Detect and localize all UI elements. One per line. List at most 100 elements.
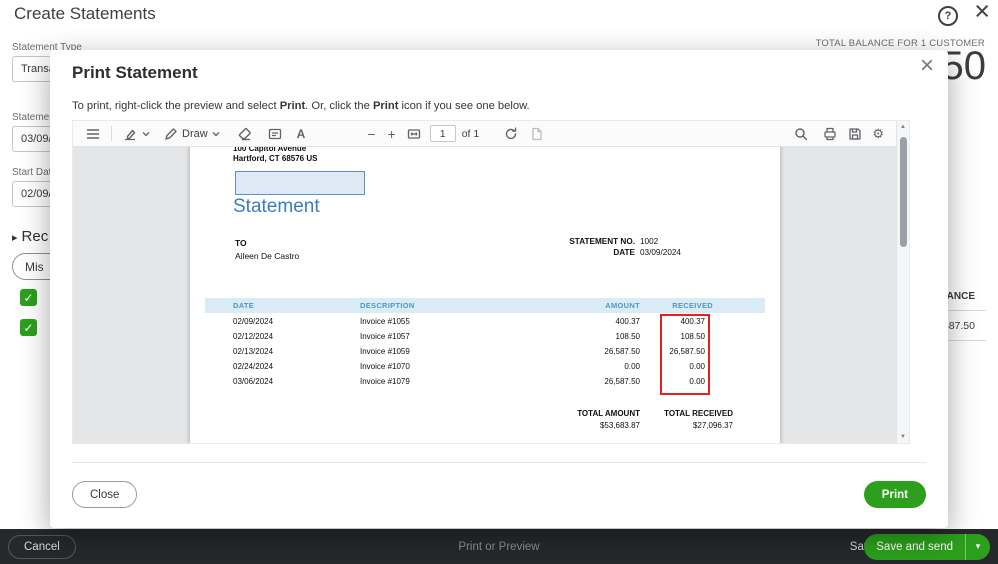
statement-pdf-page: 100 Capitol Avenue Hartford, CT 68576 US… — [190, 147, 780, 443]
statement-date-value: 03/09/2024 — [640, 248, 681, 257]
pen-icon — [165, 127, 177, 140]
page-count-label: of 1 — [461, 127, 480, 140]
statement-date-value: 03/09/ — [21, 133, 52, 145]
draw-label: Draw — [182, 127, 208, 140]
fit-width-icon — [407, 128, 420, 139]
search-button[interactable] — [793, 126, 809, 142]
start-date-label: Start Dat — [12, 167, 52, 178]
red-highlight-annotation — [660, 314, 710, 395]
menu-icon — [86, 128, 100, 139]
cell-amount: 26,587.50 — [604, 377, 640, 386]
statement-no-value: 1002 — [640, 237, 659, 246]
text-format-tool-button[interactable]: A — [297, 128, 306, 140]
instr-text: To print, right-click the preview and se… — [72, 100, 280, 112]
cell-amount: 26,587.50 — [604, 347, 640, 356]
page-number-input[interactable] — [429, 125, 456, 142]
cell-description: Invoice #1057 — [360, 332, 410, 341]
help-icon[interactable]: ? — [938, 6, 958, 26]
scrollbar-thumb[interactable] — [900, 137, 907, 247]
settings-button[interactable]: ⚙ — [872, 127, 884, 140]
cell-description: Invoice #1055 — [360, 317, 410, 326]
modal-footer-divider — [72, 462, 926, 463]
highlight-tool-button[interactable] — [122, 126, 151, 142]
page-title: Create Statements — [14, 4, 156, 23]
rotate-icon — [506, 127, 517, 139]
sidebar-toggle-button[interactable] — [85, 126, 101, 142]
pdf-preview-viewer: Draw A − + of 1 — [72, 120, 910, 444]
pdf-scrollbar[interactable]: ▲ ▼ — [896, 121, 909, 443]
modal-close-button[interactable]: Close — [72, 481, 138, 508]
fit-width-button[interactable] — [406, 126, 422, 142]
scroll-up-icon[interactable]: ▲ — [897, 124, 909, 130]
cell-description: Invoice #1079 — [360, 377, 410, 386]
modal-instructions: To print, right-click the preview and se… — [72, 100, 530, 112]
recipients-section-toggle[interactable]: ▸ Rec — [12, 228, 48, 245]
toolbar-separator — [111, 126, 112, 141]
cell-date: 02/09/2024 — [233, 317, 274, 326]
instr-bold: Print — [279, 100, 306, 112]
cancel-button[interactable]: Cancel — [8, 534, 76, 559]
statement-doc-title: Statement — [233, 196, 320, 217]
customer-row-checkbox[interactable]: ✓ — [20, 289, 37, 306]
erase-tool-button[interactable] — [237, 126, 253, 142]
modal-close-icon[interactable]: × — [920, 52, 934, 80]
statement-table-header: DATE DESCRIPTION AMOUNT RECEIVED — [205, 298, 765, 313]
company-address-line1: 100 Capitol Avenue — [233, 147, 307, 153]
cell-amount: 400.37 — [615, 317, 640, 326]
statement-date-label: Statemen — [12, 112, 55, 123]
check-icon: ✓ — [23, 320, 34, 335]
cell-description: Invoice #1070 — [360, 362, 410, 371]
cell-amount: 0.00 — [624, 362, 640, 371]
cell-date: 02/12/2024 — [233, 332, 274, 341]
disclosure-triangle-icon: ▸ — [12, 232, 18, 244]
document-properties-button[interactable] — [529, 126, 545, 142]
draw-tool-button[interactable]: Draw — [163, 126, 221, 142]
instr-text: icon if you see one below. — [398, 100, 530, 112]
scroll-down-icon[interactable]: ▼ — [897, 434, 909, 440]
cell-date: 02/24/2024 — [233, 362, 274, 371]
document-icon — [532, 127, 542, 140]
pdf-toolbar: Draw A − + of 1 — [73, 121, 896, 147]
total-received-value: $27,096.37 — [692, 421, 733, 430]
rotate-button[interactable] — [503, 126, 519, 142]
instr-text: . Or, click the — [305, 100, 373, 112]
gear-icon: ⚙ — [872, 126, 884, 141]
footer-action-bar: Cancel Print or Preview Save Save and se… — [0, 529, 998, 564]
print-statement-modal: × Print Statement To print, right-click … — [50, 50, 948, 528]
check-icon: ✓ — [23, 290, 34, 305]
start-date-value: 02/09/ — [21, 188, 52, 200]
modal-print-button[interactable]: Print — [863, 481, 926, 508]
customer-row-checkbox[interactable]: ✓ — [20, 319, 37, 336]
recipient-name: Aileen De Castro — [235, 251, 300, 261]
zoom-out-button[interactable]: − — [367, 127, 375, 141]
cell-date: 03/06/2024 — [233, 377, 274, 386]
chevron-down-icon — [142, 131, 150, 136]
header-date: DATE — [233, 301, 255, 310]
total-received-label: TOTAL RECEIVED — [664, 409, 733, 418]
filter-chip-label: Mis — [25, 259, 44, 274]
close-icon[interactable]: × — [974, 0, 990, 27]
statement-meta: STATEMENT NO. 1002 DATE 03/09/2024 — [490, 237, 700, 259]
header-description: DESCRIPTION — [360, 301, 415, 310]
table-rule — [942, 340, 986, 341]
zoom-in-button[interactable]: + — [388, 127, 396, 141]
statement-date-label: DATE — [613, 248, 635, 257]
instr-bold: Print — [372, 100, 399, 112]
printer-icon — [824, 127, 836, 140]
font-icon: A — [296, 126, 306, 141]
text-annotation-box[interactable] — [235, 171, 365, 195]
recipients-label: Rec — [21, 228, 49, 245]
text-box-icon — [268, 128, 281, 139]
cell-date: 02/13/2024 — [233, 347, 274, 356]
statement-no-label: STATEMENT NO. — [569, 237, 635, 246]
eraser-icon — [238, 127, 251, 140]
chevron-down-icon[interactable]: ▾ — [966, 541, 990, 552]
save-and-send-label: Save and send — [876, 540, 953, 553]
save-and-send-button[interactable]: Save and send ▾ — [864, 533, 990, 560]
minus-icon: − — [367, 125, 376, 142]
plus-icon: + — [387, 125, 396, 142]
cell-amount: 108.50 — [615, 332, 640, 341]
download-button[interactable] — [847, 126, 863, 142]
print-icon-button[interactable] — [822, 126, 838, 142]
text-box-tool-button[interactable] — [267, 126, 283, 142]
